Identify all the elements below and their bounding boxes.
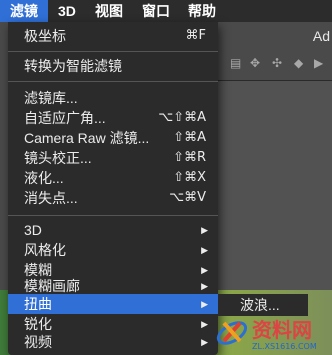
filter-dropdown-menu: 极坐标 ⌘F 转换为智能滤镜 滤镜库... 自适应广角... ⌥⇧⌘A Came… — [8, 22, 218, 355]
menu-item-label: 3D — [24, 222, 42, 238]
shortcut-text: ⇧⌘R — [173, 150, 206, 165]
menu-item-label: Camera Raw 滤镜... — [24, 130, 150, 146]
menu-window[interactable]: 窗口 — [142, 0, 170, 22]
menu-item-stylize[interactable]: 风格化 ▶ — [8, 240, 218, 260]
slide-3d-icon[interactable]: ◆ — [294, 56, 303, 70]
menu-item-blur-gallery[interactable]: 模糊画廊 ▶ — [8, 276, 218, 296]
menu-item-label: 扭曲 — [24, 296, 52, 312]
submenu-arrow-icon: ▶ — [201, 299, 208, 309]
watermark-logo-icon — [216, 321, 248, 345]
menu-item-label: 滤镜库... — [24, 90, 78, 106]
watermark-url: ZL.XS1616.COM — [252, 342, 317, 351]
submenu-arrow-icon: ▶ — [201, 225, 208, 235]
menu-item-video[interactable]: 视频 ▶ — [8, 332, 218, 352]
menu-item-vanishing-point[interactable]: 消失点... ⌥⌘V — [8, 188, 218, 208]
left-panel-strip — [0, 22, 8, 292]
align-icon[interactable]: ▤ — [230, 56, 241, 70]
menu-item-label: 液化... — [24, 170, 64, 186]
pan-3d-icon[interactable]: ✣ — [272, 56, 282, 70]
menu-item-last-filter[interactable]: 极坐标 ⌘F — [8, 26, 218, 46]
menu-item-label: 转换为智能滤镜 — [24, 58, 122, 74]
submenu-arrow-icon: ▶ — [201, 319, 208, 329]
menu-3d[interactable]: 3D — [58, 0, 76, 22]
toolbar-text: Ad — [312, 28, 330, 44]
menu-item-label: 镜头校正... — [24, 150, 92, 166]
menu-item-label: 极坐标 — [24, 28, 66, 44]
menu-item-label: 模糊画廊 — [24, 278, 80, 294]
submenu-arrow-icon: ▶ — [201, 245, 208, 255]
menu-item-filter-gallery[interactable]: 滤镜库... — [8, 88, 218, 108]
submenu-arrow-icon: ▶ — [201, 337, 208, 347]
menu-item-distort[interactable]: 扭曲 ▶ — [8, 294, 218, 314]
menu-item-lens-correction[interactable]: 镜头校正... ⇧⌘R — [8, 148, 218, 168]
menu-item-label: 消失点... — [24, 190, 78, 206]
watermark-text: 资料网 — [252, 320, 312, 342]
shortcut-text: ⌘F — [185, 28, 206, 43]
submenu-arrow-icon: ▶ — [201, 281, 208, 291]
menu-filter[interactable]: 滤镜 — [0, 0, 48, 22]
watermark: 资料网 ZL.XS1616.COM — [212, 312, 332, 355]
menu-item-3d[interactable]: 3D ▶ — [8, 220, 218, 240]
menu-item-liquify[interactable]: 液化... ⇧⌘X — [8, 168, 218, 188]
shortcut-text: ⌥⇧⌘A — [158, 110, 206, 125]
menu-divider — [8, 81, 218, 82]
menu-item-label: 视频 — [24, 334, 52, 350]
menu-bar: 滤镜 3D 视图 窗口 帮助 — [0, 0, 332, 22]
shortcut-text: ⇧⌘A — [173, 130, 206, 145]
menu-item-adaptive-wide-angle[interactable]: 自适应广角... ⌥⇧⌘A — [8, 108, 218, 128]
shortcut-text: ⌥⌘V — [169, 190, 206, 205]
menu-item-label: 风格化 — [24, 242, 66, 258]
move-3d-icon[interactable]: ✥ — [250, 56, 260, 70]
menu-view[interactable]: 视图 — [95, 0, 123, 22]
menu-item-convert-smart-filter[interactable]: 转换为智能滤镜 — [8, 56, 218, 76]
menu-item-sharpen[interactable]: 锐化 ▶ — [8, 314, 218, 334]
menu-item-label: 锐化 — [24, 316, 52, 332]
menu-divider — [8, 51, 218, 52]
menu-item-camera-raw[interactable]: Camera Raw 滤镜... ⇧⌘A — [8, 128, 218, 148]
shortcut-text: ⇧⌘X — [173, 170, 206, 185]
video-camera-icon[interactable]: ▶ — [314, 56, 323, 70]
menu-help[interactable]: 帮助 — [188, 0, 216, 22]
menu-item-label: 自适应广角... — [24, 110, 106, 126]
menu-divider — [8, 215, 218, 216]
